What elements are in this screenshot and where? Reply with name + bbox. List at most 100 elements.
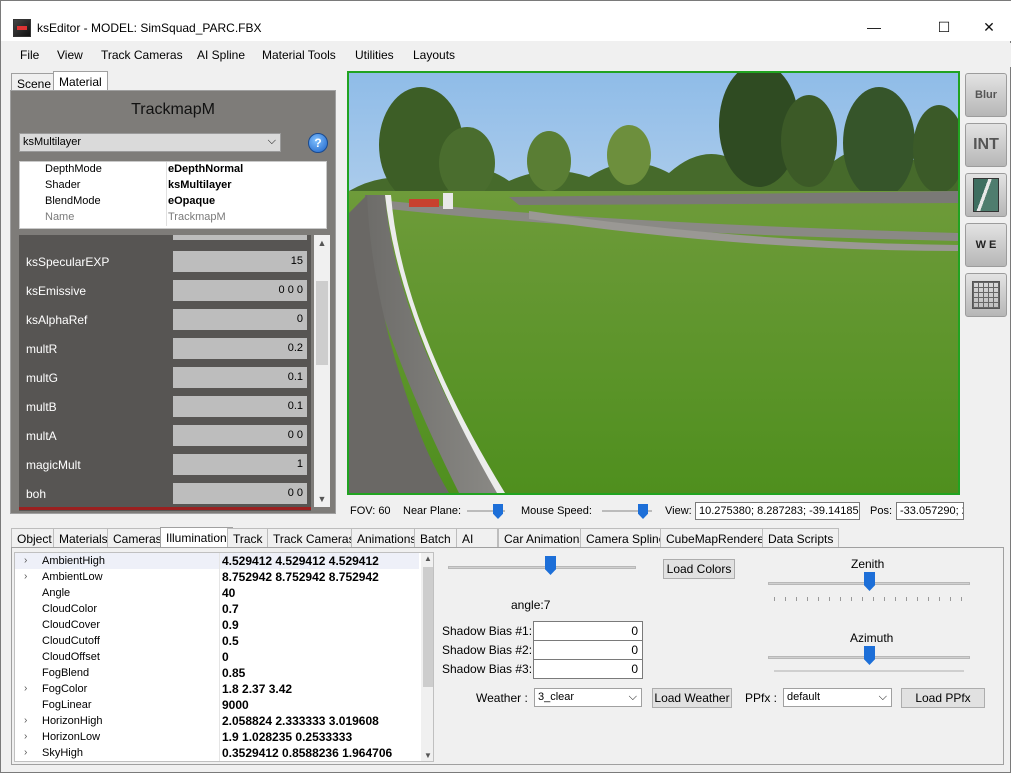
3d-viewport[interactable] xyxy=(347,71,960,495)
illumination-scrollbar[interactable]: ▲ ▼ xyxy=(421,553,433,761)
param-value-input[interactable]: 0.1 xyxy=(173,396,307,417)
property-key: Shader xyxy=(45,179,81,191)
tab-car-animations[interactable]: Car Animations xyxy=(498,528,592,547)
grid-button[interactable] xyxy=(965,273,1007,317)
illumination-row[interactable]: CloudCover 0.9 xyxy=(15,617,419,633)
menu-view[interactable]: View xyxy=(57,48,83,62)
weather-dropdown[interactable]: 3_clear ⌵ xyxy=(534,688,642,707)
tab-materials[interactable]: Materials xyxy=(53,528,114,547)
near-plane-slider[interactable] xyxy=(467,504,505,519)
param-value-input[interactable]: 0.2 xyxy=(173,338,307,359)
illumination-row[interactable]: › AmbientHigh 4.529412 4.529412 4.529412 xyxy=(15,553,419,569)
menu-layouts[interactable]: Layouts xyxy=(413,48,455,62)
illumination-key: FogLinear xyxy=(42,699,92,711)
tab-scene[interactable]: Scene xyxy=(11,73,58,91)
azimuth-slider[interactable] xyxy=(768,646,970,672)
blur-button[interactable]: Blur xyxy=(965,73,1007,117)
shadow-bias-2-input[interactable]: 0 xyxy=(533,640,643,660)
property-row[interactable]: Name TrackmapM xyxy=(20,210,328,226)
int-hr-lr-button[interactable]: INT xyxy=(965,123,1007,167)
tab-track[interactable]: Track xyxy=(227,528,269,547)
tab-camera-spline[interactable]: Camera Spline xyxy=(580,528,672,547)
tab-track-cameras[interactable]: Track Cameras xyxy=(267,528,361,547)
slider-knob[interactable] xyxy=(493,504,503,519)
we-lights-button[interactable]: W E xyxy=(965,223,1007,267)
menu-utilities[interactable]: Utilities xyxy=(355,48,394,62)
param-value-input[interactable]: 0 0 xyxy=(173,425,307,446)
angle-slider[interactable] xyxy=(448,556,636,580)
pos-label: Pos: xyxy=(870,505,893,517)
illumination-row[interactable]: CloudOffset 0 xyxy=(15,649,419,665)
scroll-up-icon[interactable]: ▲ xyxy=(421,554,433,563)
illumination-row[interactable]: Angle 40 xyxy=(15,585,419,601)
param-value-input[interactable]: 0 0 0 xyxy=(173,280,307,301)
illumination-row[interactable]: › FogColor 1.8 2.37 3.42 xyxy=(15,681,419,697)
property-row[interactable]: DepthMode eDepthNormal xyxy=(20,162,328,178)
slider-knob[interactable] xyxy=(864,646,875,665)
illumination-row[interactable]: › AmbientLow 8.752942 8.752942 8.752942 xyxy=(15,569,419,585)
slider-knob[interactable] xyxy=(638,504,648,519)
param-value-input[interactable]: 1 xyxy=(173,454,307,475)
load-weather-button[interactable]: Load Weather xyxy=(652,688,732,708)
illumination-row[interactable]: › HorizonHigh 2.058824 2.333333 3.019608 xyxy=(15,713,419,729)
minimize-button[interactable]: — xyxy=(851,13,897,41)
shadow-bias-3-input[interactable]: 0 xyxy=(533,659,643,679)
illumination-row[interactable]: FogBlend 0.85 xyxy=(15,665,419,681)
tab-object[interactable]: Object xyxy=(11,528,58,547)
scroll-up-icon[interactable]: ▲ xyxy=(314,235,330,251)
scroll-down-icon[interactable]: ▼ xyxy=(314,491,330,507)
expand-chevron-icon[interactable]: › xyxy=(24,555,27,566)
tab-animations[interactable]: Animations xyxy=(351,528,423,547)
expand-chevron-icon[interactable]: › xyxy=(24,683,27,694)
load-colors-button[interactable]: Load Colors xyxy=(663,559,735,579)
expand-chevron-icon[interactable]: › xyxy=(24,747,27,758)
expand-chevron-icon[interactable]: › xyxy=(24,571,27,582)
zenith-slider[interactable] xyxy=(768,572,970,601)
property-row[interactable]: Shader ksMultilayer xyxy=(20,178,328,194)
scroll-down-icon[interactable]: ▼ xyxy=(421,751,433,760)
param-value-input[interactable]: 15 xyxy=(173,251,307,272)
tab-illumination[interactable]: Illumination xyxy=(160,527,233,548)
shader-dropdown[interactable]: ksMultilayer ⌵ xyxy=(19,133,281,152)
param-value-input[interactable]: 0 xyxy=(173,309,307,330)
menu-material-tools[interactable]: Material Tools xyxy=(262,48,336,62)
slider-knob[interactable] xyxy=(864,572,875,591)
scrollbar-thumb[interactable] xyxy=(316,281,328,365)
illumination-row[interactable]: › SkyHigh 0.3529412 0.8588236 1.964706 xyxy=(15,745,419,761)
tab-material[interactable]: Material xyxy=(53,71,108,91)
tab-batch[interactable]: Batch xyxy=(414,528,457,547)
expand-chevron-icon[interactable]: › xyxy=(24,715,27,726)
help-icon[interactable]: ? xyxy=(308,133,328,153)
menu-file[interactable]: File xyxy=(20,48,39,62)
expand-chevron-icon[interactable]: › xyxy=(24,731,27,742)
illumination-key: Angle xyxy=(42,587,71,599)
illumination-row[interactable]: CloudCutoff 0.5 xyxy=(15,633,419,649)
illumination-row[interactable]: FogLinear 9000 xyxy=(15,697,419,713)
ppfx-dropdown[interactable]: default ⌵ xyxy=(783,688,892,707)
title-bar: ksEditor - MODEL: SimSquad_PARC.FBX — ☐ … xyxy=(1,1,1011,41)
tab-cubemaprenderer[interactable]: CubeMapRenderer xyxy=(660,528,775,547)
view-vector-input[interactable]: 10.275380; 8.287283; -39.141850 xyxy=(695,502,860,520)
property-row[interactable]: BlendMode eOpaque xyxy=(20,194,328,210)
slider-knob[interactable] xyxy=(545,556,556,575)
param-label: ksSpecularEXP xyxy=(26,255,110,269)
menu-track-cameras[interactable]: Track Cameras xyxy=(101,48,183,62)
param-value-input[interactable]: 0.1 xyxy=(173,367,307,388)
tab-data-scripts[interactable]: Data Scripts xyxy=(762,528,840,547)
illumination-row[interactable]: CloudColor 0.7 xyxy=(15,601,419,617)
illumination-row[interactable]: › HorizonLow 1.9 1.028235 0.2533333 xyxy=(15,729,419,745)
menu-ai-spline[interactable]: AI Spline xyxy=(197,48,245,62)
scrollbar-thumb[interactable] xyxy=(423,567,433,687)
ppfx-label: PPfx : xyxy=(745,691,778,705)
shadow-bias-1-input[interactable]: 0 xyxy=(533,621,643,641)
mouse-speed-slider[interactable] xyxy=(602,504,652,519)
pos-vector-input[interactable]: -33.057290; 2 xyxy=(896,502,964,520)
load-ppfx-button[interactable]: Load PPfx xyxy=(901,688,985,708)
param-value-input[interactable]: 0 0 xyxy=(173,483,307,504)
texture-button[interactable] xyxy=(965,173,1007,217)
maximize-button[interactable]: ☐ xyxy=(921,13,967,41)
tab-ai[interactable]: AI xyxy=(456,528,498,547)
tab-cameras[interactable]: Cameras xyxy=(107,528,168,547)
param-scrollbar[interactable]: ▲ ▼ xyxy=(314,235,330,507)
close-button[interactable]: ✕ xyxy=(966,13,1011,41)
